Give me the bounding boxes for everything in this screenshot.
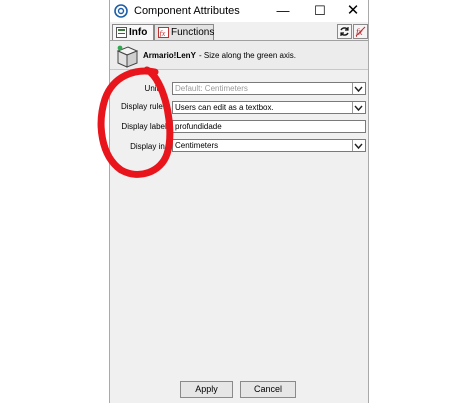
display-in-chevron-down-icon	[352, 140, 365, 151]
apply-button[interactable]: Apply	[180, 381, 233, 398]
display-label-value: profundidade	[175, 122, 222, 131]
close-button[interactable]: ✕	[340, 2, 366, 20]
display-in-value: Centimeters	[175, 141, 219, 150]
units-value: Default: Centimeters	[175, 84, 248, 93]
svg-text:fx: fx	[160, 29, 166, 38]
toggle-formula-view-button[interactable]: fx	[353, 24, 368, 39]
tab-info-label: Info	[129, 27, 148, 38]
display-in-dropdown[interactable]: Centimeters	[172, 139, 366, 152]
title-bar: Component Attributes — ☐ ✕	[110, 0, 368, 22]
formula-icon: fx	[355, 26, 366, 37]
info-icon	[116, 27, 127, 38]
maximize-button[interactable]: ☐	[307, 2, 333, 20]
display-rule-dropdown[interactable]: Users can edit as a textbox.	[172, 101, 366, 114]
function-icon: fx	[158, 27, 169, 38]
window-title: Component Attributes	[134, 5, 240, 17]
refresh-icon	[340, 27, 349, 36]
attribute-description: - Size along the green axis.	[199, 51, 296, 60]
cancel-button[interactable]: Cancel	[240, 381, 296, 398]
tab-functions[interactable]: fx Functions	[154, 24, 214, 40]
attribute-name: Armario!LenY	[143, 51, 196, 60]
units-dropdown[interactable]: Default: Centimeters	[172, 82, 366, 95]
display-label-input[interactable]: profundidade	[172, 120, 366, 133]
display-rule-chevron-down-icon	[352, 102, 365, 113]
minimize-button[interactable]: —	[270, 2, 296, 20]
tab-bar: Info fx Functions fx	[110, 22, 368, 40]
refresh-button[interactable]	[337, 24, 352, 39]
display-rule-value: Users can edit as a textbox.	[175, 103, 274, 112]
tab-functions-label: Functions	[171, 27, 215, 38]
red-circle-annotation	[97, 66, 174, 178]
tab-info[interactable]: Info	[112, 24, 154, 40]
component-attributes-window: Component Attributes — ☐ ✕ Info fx Funct…	[109, 0, 369, 403]
sketchup-app-icon	[114, 4, 128, 18]
units-chevron-down-icon	[352, 83, 365, 94]
